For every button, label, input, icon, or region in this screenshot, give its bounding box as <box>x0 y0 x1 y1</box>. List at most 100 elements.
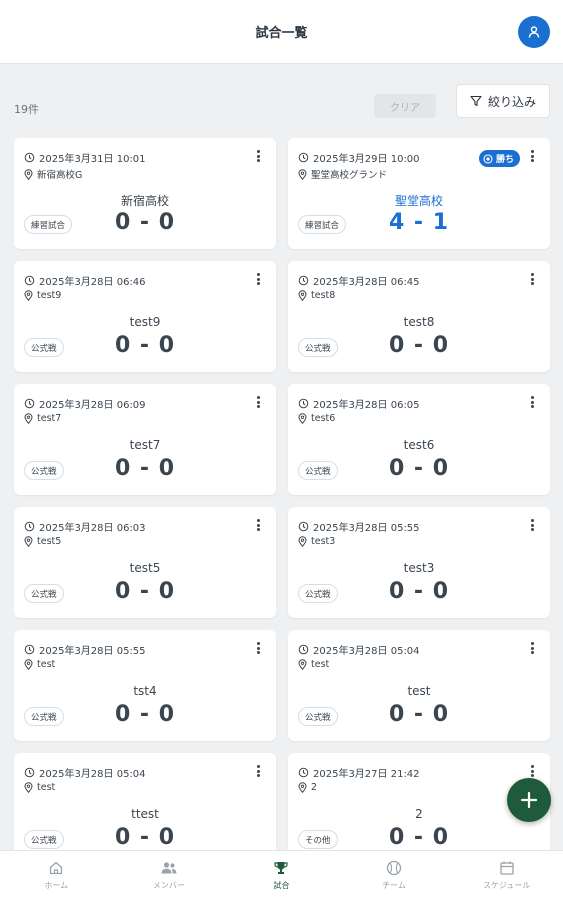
match-type-tag: 公式戦 <box>24 338 64 357</box>
match-type-tag: 公式戦 <box>24 707 64 726</box>
clear-filter-button[interactable]: クリア <box>374 94 436 118</box>
match-card[interactable]: 2025年3月28日 06:05 test6 test6 0 - 0 公式戦 <box>288 384 550 495</box>
opponent-name: test8 <box>403 315 435 329</box>
datetime-text: 2025年3月31日 10:01 <box>39 154 146 165</box>
match-card[interactable]: 2025年3月28日 05:55 test3 test3 0 - 0 公式戦 <box>288 507 550 618</box>
location-text: test8 <box>311 290 336 301</box>
match-datetime: 2025年3月27日 21:42 <box>298 765 420 780</box>
add-match-button[interactable] <box>507 778 551 822</box>
more-options-icon[interactable] <box>528 640 536 656</box>
match-card[interactable]: 2025年3月29日 10:00 聖堂高校グランド 勝ち 聖堂高校 4 - 1 練習試合 <box>288 138 550 249</box>
location-pin-icon <box>24 659 33 670</box>
more-options-icon[interactable] <box>254 148 262 164</box>
match-type-tag: 公式戦 <box>298 338 338 357</box>
more-options-icon[interactable] <box>528 271 536 287</box>
location-pin-icon <box>298 168 307 180</box>
match-card[interactable]: 2025年3月28日 06:45 test8 test8 0 - 0 公式戦 <box>288 261 550 372</box>
nav-item-home[interactable]: ホーム <box>0 851 113 900</box>
more-options-icon[interactable] <box>528 763 536 779</box>
match-location: test <box>24 782 55 793</box>
match-card[interactable]: 2025年3月28日 05:04 test ttest 0 - 0 公式戦 <box>14 753 276 864</box>
location-text: test3 <box>311 536 336 547</box>
location-text: test6 <box>311 413 336 424</box>
location-pin-icon <box>298 659 307 670</box>
page-title: 試合一覧 <box>255 26 308 41</box>
nav-item-trophy[interactable]: 試合 <box>225 851 338 900</box>
datetime-text: 2025年3月28日 06:09 <box>39 400 146 411</box>
match-card[interactable]: 2025年3月28日 05:55 test tst4 0 - 0 公式戦 <box>14 630 276 741</box>
datetime-text: 2025年3月28日 06:03 <box>39 523 146 534</box>
more-options-icon[interactable] <box>528 394 536 410</box>
location-pin-icon <box>298 536 307 547</box>
more-options-icon[interactable] <box>254 763 262 779</box>
match-datetime: 2025年3月28日 06:05 <box>298 396 420 411</box>
opponent-name: test3 <box>403 561 435 575</box>
match-type-tag: 公式戦 <box>298 584 338 603</box>
home-icon <box>50 861 63 875</box>
clock-icon <box>24 644 35 655</box>
win-medal-icon <box>483 153 493 164</box>
match-location: test <box>298 659 329 670</box>
match-type-tag: 練習試合 <box>24 215 73 234</box>
more-options-icon[interactable] <box>528 148 536 164</box>
match-datetime: 2025年3月28日 06:03 <box>24 519 146 534</box>
match-datetime: 2025年3月28日 05:04 <box>24 765 146 780</box>
nav-item-baseball[interactable]: チーム <box>338 851 451 900</box>
location-pin-icon <box>24 413 33 424</box>
location-text: 聖堂高校グランド <box>311 170 388 181</box>
clock-icon <box>24 521 35 532</box>
clock-icon <box>24 767 35 778</box>
match-datetime: 2025年3月28日 06:09 <box>24 396 146 411</box>
nav-label: チーム <box>382 881 406 890</box>
more-options-icon[interactable] <box>254 517 262 533</box>
match-card[interactable]: 2025年3月28日 05:04 test test 0 - 0 公式戦 <box>288 630 550 741</box>
match-type-tag: 練習試合 <box>298 215 347 234</box>
datetime-text: 2025年3月28日 06:05 <box>313 400 420 411</box>
match-datetime: 2025年3月28日 05:55 <box>298 519 420 534</box>
location-pin-icon <box>24 168 33 180</box>
more-options-icon[interactable] <box>254 640 262 656</box>
clock-icon <box>298 152 309 163</box>
calendar-icon <box>500 861 514 875</box>
result-text: 勝ち <box>495 155 514 165</box>
match-location: test9 <box>24 290 61 301</box>
datetime-text: 2025年3月29日 10:00 <box>313 154 420 165</box>
nav-item-members[interactable]: メンバー <box>113 851 226 900</box>
nav-item-calendar[interactable]: スケジュール <box>450 851 563 900</box>
match-datetime: 2025年3月28日 05:55 <box>24 642 146 657</box>
filter-button[interactable]: 絞り込み <box>456 84 550 118</box>
clock-icon <box>298 521 309 532</box>
nav-label: メンバー <box>152 881 185 890</box>
match-location: test7 <box>24 413 61 424</box>
datetime-text: 2025年3月28日 06:46 <box>39 277 146 288</box>
more-options-icon[interactable] <box>528 517 536 533</box>
more-options-icon[interactable] <box>254 394 262 410</box>
location-text: test7 <box>37 413 62 424</box>
match-card[interactable]: 2025年3月28日 06:03 test5 test5 0 - 0 公式戦 <box>14 507 276 618</box>
match-type-tag: 公式戦 <box>24 461 64 480</box>
match-location: 新宿高校G <box>24 167 82 181</box>
bottom-navigation: ホーム メンバー 試合 チーム スケジュール <box>0 850 563 900</box>
match-card[interactable]: 2025年3月28日 06:09 test7 test7 0 - 0 公式戦 <box>14 384 276 495</box>
datetime-text: 2025年3月28日 05:55 <box>39 646 146 657</box>
match-location: test3 <box>298 536 335 547</box>
match-card[interactable]: 2025年3月31日 10:01 新宿高校G 新宿高校 0 - 0 練習試合 <box>14 138 276 249</box>
location-text: test <box>37 659 56 670</box>
location-text: test <box>37 782 56 793</box>
match-location: 2 <box>298 782 317 793</box>
location-pin-icon <box>298 413 307 424</box>
trophy-icon <box>274 862 289 874</box>
match-datetime: 2025年3月28日 05:04 <box>298 642 420 657</box>
clock-icon <box>24 275 35 286</box>
location-pin-icon <box>298 782 307 793</box>
list-toolbar: 19件 クリア 絞り込み <box>0 64 563 136</box>
match-list: 2025年3月31日 10:01 新宿高校G 新宿高校 0 - 0 練習試合 2025年3… <box>14 138 550 864</box>
match-datetime: 2025年3月28日 06:46 <box>24 273 146 288</box>
user-avatar-button[interactable] <box>518 16 550 48</box>
more-options-icon[interactable] <box>254 271 262 287</box>
clock-icon <box>298 275 309 286</box>
match-card[interactable]: 2025年3月28日 06:46 test9 test9 0 - 0 公式戦 <box>14 261 276 372</box>
location-text: test9 <box>37 290 62 301</box>
datetime-text: 2025年3月28日 05:04 <box>39 769 146 780</box>
match-datetime: 2025年3月28日 06:45 <box>298 273 420 288</box>
